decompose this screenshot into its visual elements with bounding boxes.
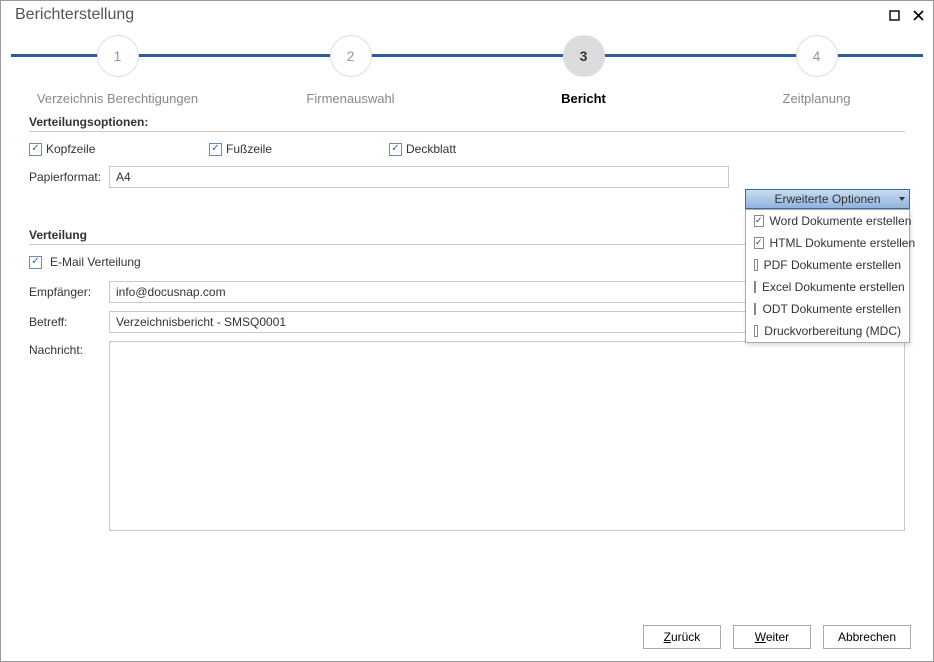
titlebar: Berichterstellung (1, 1, 933, 29)
adv-item-word[interactable]: Word Dokumente erstellen (746, 210, 909, 232)
message-label: Nachricht: (29, 341, 109, 357)
message-textarea[interactable] (109, 341, 905, 531)
maximize-icon (889, 10, 900, 21)
step-3[interactable]: 3 Bericht (474, 35, 694, 106)
step-2-label: Firmenauswahl (241, 91, 461, 106)
format-checkbox-row: Kopfzeile Fußzeile Deckblatt (29, 142, 905, 156)
adv-item-html[interactable]: HTML Dokumente erstellen (746, 232, 909, 254)
adv-item-excel[interactable]: Excel Dokumente erstellen (746, 276, 909, 298)
email-checkbox[interactable] (29, 256, 42, 269)
paperformat-label: Papierformat: (29, 170, 109, 184)
advanced-options-button[interactable]: Erweiterte Optionen (745, 189, 910, 209)
adv-item-excel-label: Excel Dokumente erstellen (762, 280, 905, 294)
step-2[interactable]: 2 Firmenauswahl (241, 35, 461, 106)
advanced-options-container: Erweiterte Optionen Word Dokumente erste… (745, 189, 910, 343)
adv-item-mdc[interactable]: Druckvorbereitung (MDC) (746, 320, 909, 342)
advanced-options-button-label: Erweiterte Optionen (774, 192, 880, 206)
close-icon (913, 10, 924, 21)
subject-label: Betreff: (29, 315, 109, 329)
adv-item-odt[interactable]: ODT Dokumente erstellen (746, 298, 909, 320)
step-4[interactable]: 4 Zeitplanung (707, 35, 927, 106)
step-2-circle: 2 (330, 35, 372, 77)
distribution-options-header: Verteilungsoptionen: (29, 115, 905, 132)
step-3-circle: 3 (563, 35, 605, 77)
message-row: Nachricht: (29, 341, 905, 531)
paperformat-input[interactable] (109, 166, 729, 188)
adv-item-html-checkbox[interactable] (754, 237, 764, 249)
step-1-circle: 1 (97, 35, 139, 77)
step-4-circle: 4 (796, 35, 838, 77)
adv-item-mdc-checkbox[interactable] (754, 325, 758, 337)
fusszeile-checkbox[interactable] (209, 143, 222, 156)
kopfzeile-label: Kopfzeile (46, 142, 95, 156)
maximize-button[interactable] (885, 6, 903, 24)
kopfzeile-checkbox-group[interactable]: Kopfzeile (29, 142, 209, 156)
window-title: Berichterstellung (15, 6, 879, 24)
stepper-steps: 1 Verzeichnis Berechtigungen 2 Firmenaus… (1, 35, 933, 106)
cancel-button[interactable]: Abbrechen (823, 625, 911, 649)
recipient-label: Empfänger: (29, 285, 109, 299)
step-1-label: Verzeichnis Berechtigungen (8, 91, 228, 106)
dialog-window: Berichterstellung 1 Verzeichnis Berechti… (0, 0, 934, 662)
adv-item-pdf-label: PDF Dokumente erstellen (764, 258, 901, 272)
deckblatt-label: Deckblatt (406, 142, 456, 156)
adv-item-word-checkbox[interactable] (754, 215, 764, 227)
adv-item-odt-checkbox[interactable] (754, 303, 756, 315)
caret-down-icon (899, 197, 905, 201)
step-4-label: Zeitplanung (707, 91, 927, 106)
adv-item-odt-label: ODT Dokumente erstellen (762, 302, 901, 316)
adv-item-pdf[interactable]: PDF Dokumente erstellen (746, 254, 909, 276)
paperformat-row: Papierformat: (29, 166, 905, 188)
advanced-options-menu: Word Dokumente erstellen HTML Dokumente … (745, 209, 910, 343)
deckblatt-checkbox[interactable] (389, 143, 402, 156)
fusszeile-label: Fußzeile (226, 142, 272, 156)
deckblatt-checkbox-group[interactable]: Deckblatt (389, 142, 456, 156)
step-3-label: Bericht (474, 91, 694, 106)
next-button[interactable]: Weiter (733, 625, 811, 649)
step-1[interactable]: 1 Verzeichnis Berechtigungen (8, 35, 228, 106)
kopfzeile-checkbox[interactable] (29, 143, 42, 156)
close-button[interactable] (909, 6, 927, 24)
back-button[interactable]: Zurück (643, 625, 721, 649)
email-checkbox-label: E-Mail Verteilung (50, 255, 141, 269)
adv-item-html-label: HTML Dokumente erstellen (770, 236, 916, 250)
fusszeile-checkbox-group[interactable]: Fußzeile (209, 142, 389, 156)
footer-buttons: Zurück Weiter Abbrechen (643, 625, 911, 649)
adv-item-word-label: Word Dokumente erstellen (770, 214, 912, 228)
adv-item-excel-checkbox[interactable] (754, 281, 756, 293)
adv-item-pdf-checkbox[interactable] (754, 259, 758, 271)
stepper: 1 Verzeichnis Berechtigungen 2 Firmenaus… (1, 35, 933, 101)
adv-item-mdc-label: Druckvorbereitung (MDC) (764, 324, 901, 338)
